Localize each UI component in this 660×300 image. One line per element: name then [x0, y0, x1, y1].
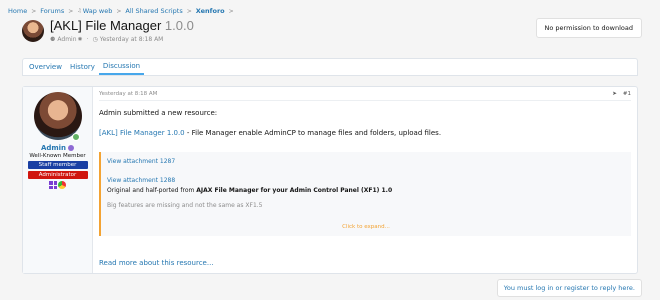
post-username[interactable]: Admin	[41, 144, 66, 152]
clock-icon: ◷	[92, 36, 98, 43]
user-title: Well-Known Member	[29, 153, 86, 159]
login-to-reply-link[interactable]: You must log in or register to reply her…	[496, 279, 642, 297]
resource-time[interactable]: Yesterday at 8:18 AM	[100, 36, 164, 43]
click-to-expand[interactable]: Click to expand...	[101, 224, 631, 230]
admin-banner: Administrator	[27, 171, 88, 179]
resource-title: [AKL] File Manager	[50, 18, 162, 33]
chrome-icon	[58, 181, 66, 189]
chevron-right-icon: >	[31, 7, 37, 15]
quote-line-prefix: Original and half-ported from	[107, 187, 197, 194]
post-username-wrap: Admin	[41, 144, 75, 152]
breadcrumb-all-shared-scripts[interactable]: All Shared Scripts	[125, 7, 182, 15]
resource-version: 1.0.0	[164, 18, 194, 33]
verified-badge-icon	[68, 145, 75, 151]
breadcrumb: Home > Forums > ♫ Wap web > All Shared S…	[8, 7, 238, 15]
post-content: Yesterday at 8:18 AM ➤ #1 Admin submitte…	[93, 87, 637, 273]
breadcrumb-xenforo[interactable]: Xenforo	[196, 7, 225, 15]
chevron-right-icon: >	[116, 7, 122, 15]
post-user-column: Admin Well-Known Member Staff member Adm…	[23, 87, 93, 273]
quote-line: Original and half-ported from AJAX File …	[107, 187, 625, 194]
resource-icon[interactable]	[22, 20, 44, 42]
tab-overview[interactable]: Overview	[25, 59, 66, 75]
user-icon: ⚈	[50, 36, 56, 43]
breadcrumb-forums[interactable]: Forums	[40, 7, 64, 15]
attachment-link-1287[interactable]: View attachment 1287	[107, 158, 625, 165]
chevron-right-icon: >	[186, 7, 192, 15]
resource-author[interactable]: Admin	[57, 36, 76, 43]
windows-icon	[49, 181, 57, 189]
download-button[interactable]: No permission to download	[535, 18, 642, 38]
music-icon: ♫	[77, 8, 82, 14]
share-icon[interactable]: ➤	[612, 91, 617, 97]
bbcode-quote: View attachment 1287 View attachment 128…	[99, 152, 631, 236]
resource-header: [AKL] File Manager 1.0.0 ⚈ Admin ✸ · ◷ Y…	[22, 18, 194, 43]
resource-meta: ⚈ Admin ✸ · ◷ Yesterday at 8:18 AM	[50, 36, 194, 43]
verified-icon: ✸	[77, 36, 83, 43]
quote-line-bold: AJAX File Manager for your Admin Control…	[196, 187, 393, 194]
page-title: [AKL] File Manager 1.0.0	[50, 18, 194, 33]
post-number[interactable]: #1	[623, 91, 631, 97]
chevron-right-icon: >	[68, 7, 74, 15]
breadcrumb-home[interactable]: Home	[8, 7, 27, 15]
resource-desc-text: - File Manager enable AdminCP to manage …	[184, 129, 442, 137]
post-time[interactable]: Yesterday at 8:18 AM	[99, 91, 157, 97]
staff-banner: Staff member	[27, 161, 88, 169]
breadcrumb-wap-web[interactable]: Wap web	[83, 7, 113, 15]
read-more-link[interactable]: Read more about this resource...	[99, 259, 214, 267]
post-intro: Admin submitted a new resource:	[99, 109, 218, 117]
resource-link[interactable]: [AKL] File Manager 1.0.0	[99, 129, 185, 137]
quote-muted-text: Big features are missing and not the sam…	[107, 202, 263, 209]
tab-bar: Overview History Discussion	[22, 58, 638, 76]
attachment-link-1288[interactable]: View attachment 1288	[107, 177, 625, 184]
tab-discussion[interactable]: Discussion	[98, 59, 145, 75]
user-device-badges	[49, 181, 66, 189]
chevron-right-icon: >	[228, 7, 234, 15]
resource-description: [AKL] File Manager 1.0.0 - File Manager …	[99, 129, 631, 137]
avatar[interactable]	[33, 92, 82, 141]
online-indicator-icon	[71, 133, 80, 141]
post-header: Yesterday at 8:18 AM ➤ #1	[99, 91, 631, 101]
tab-history[interactable]: History	[66, 59, 99, 75]
post-message: Admin Well-Known Member Staff member Adm…	[22, 86, 638, 274]
separator: ·	[86, 36, 89, 43]
